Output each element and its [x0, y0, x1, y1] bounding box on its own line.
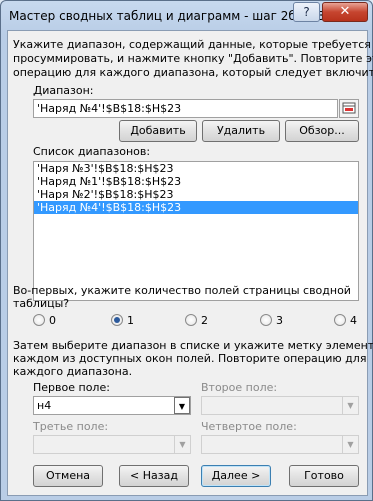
chevron-down-icon: ▼ — [174, 436, 190, 453]
third-field-dropdown: ▼ — [33, 435, 191, 454]
range-list-label: Список диапазонов: — [33, 145, 151, 158]
radio-0-label[interactable]: 0 — [49, 314, 56, 327]
instruction-line-3: операцию для каждого диапазона, который … — [13, 66, 373, 79]
radio-2[interactable] — [185, 314, 197, 326]
radio-3-label[interactable]: 3 — [276, 314, 283, 327]
page-fields-question-1: Во-первых, укажите количество полей стра… — [13, 284, 351, 297]
chevron-down-icon: ▼ — [342, 397, 358, 414]
list-item-selected[interactable]: 'Наряд №4'!$B$18:$H$23 — [34, 201, 358, 214]
browse-button[interactable]: Обзор... — [285, 120, 359, 142]
second-instruction-1: Затем выберите диапазон в списке и укажи… — [13, 339, 373, 352]
wizard-window: Мастер сводных таблиц и диаграмм - шаг 2… — [0, 0, 373, 501]
radio-2-label[interactable]: 2 — [201, 314, 208, 327]
instruction-line-1: Укажите диапазон, содержащий данные, кот… — [13, 38, 371, 51]
range-label-text: Диапазон: — [33, 84, 94, 97]
radio-3[interactable] — [260, 314, 272, 326]
cancel-button[interactable]: Отмена — [33, 465, 103, 487]
finish-button[interactable]: Готово — [289, 465, 359, 487]
help-button[interactable]: ? — [293, 2, 320, 22]
close-icon: ✕ — [339, 4, 351, 19]
list-item[interactable]: 'Наряд №1'!$B$18:$H$23 — [34, 175, 358, 188]
second-instruction-3: каждого диапазона. — [13, 365, 133, 378]
second-field-dropdown: ▼ — [201, 396, 359, 415]
next-button[interactable]: Далее > — [201, 465, 271, 487]
radio-1-label[interactable]: 1 — [127, 314, 134, 327]
range-listbox[interactable]: 'Наря №3'!$B$18:$H$23 'Наряд №1'!$B$18:$… — [33, 161, 359, 301]
radio-1[interactable] — [111, 314, 123, 326]
back-button[interactable]: < Назад — [119, 465, 189, 487]
window-title: Мастер сводных таблиц и диаграмм - шаг 2… — [9, 9, 326, 23]
range-label: ДДиапазон: — [33, 84, 94, 97]
range-select-icon — [342, 102, 356, 114]
page-fields-question-2: таблицы? — [13, 297, 70, 310]
close-button[interactable]: ✕ — [322, 2, 368, 22]
chevron-down-icon: ▼ — [342, 436, 358, 453]
range-input[interactable]: 'Наряд №4'!$B$18:$H$23 — [33, 99, 338, 118]
instruction-line-2: просуммировать, и нажмите кнопку "Добави… — [13, 52, 373, 65]
second-instruction-2: каждом из доступных окон полей. Повторит… — [13, 352, 367, 365]
collapse-dialog-button[interactable] — [339, 99, 359, 118]
first-field-value: н4 — [37, 399, 52, 412]
first-field-label: Первое поле: — [33, 381, 110, 394]
add-button[interactable]: Добавить — [119, 120, 197, 142]
chevron-down-icon[interactable]: ▼ — [174, 397, 190, 414]
radio-4-label[interactable]: 4 — [350, 314, 357, 327]
fourth-field-label: Четвертое поле: — [201, 420, 297, 433]
first-field-dropdown[interactable]: н4 ▼ — [33, 396, 191, 415]
dialog-body: Укажите диапазон, содержащий данные, кот… — [7, 30, 373, 496]
radio-4[interactable] — [334, 314, 346, 326]
title-bar[interactable]: Мастер сводных таблиц и диаграмм - шаг 2… — [1, 1, 372, 31]
list-item[interactable]: 'Наря №3'!$B$18:$H$23 — [34, 162, 358, 175]
list-item[interactable]: 'Наря №2'!$B$18:$H$23 — [34, 188, 358, 201]
radio-0[interactable] — [33, 314, 45, 326]
third-field-label: Третье поле: — [33, 420, 109, 433]
fourth-field-dropdown: ▼ — [201, 435, 359, 454]
second-field-label: Второе поле: — [201, 381, 278, 394]
delete-button[interactable]: Удалить — [202, 120, 280, 142]
